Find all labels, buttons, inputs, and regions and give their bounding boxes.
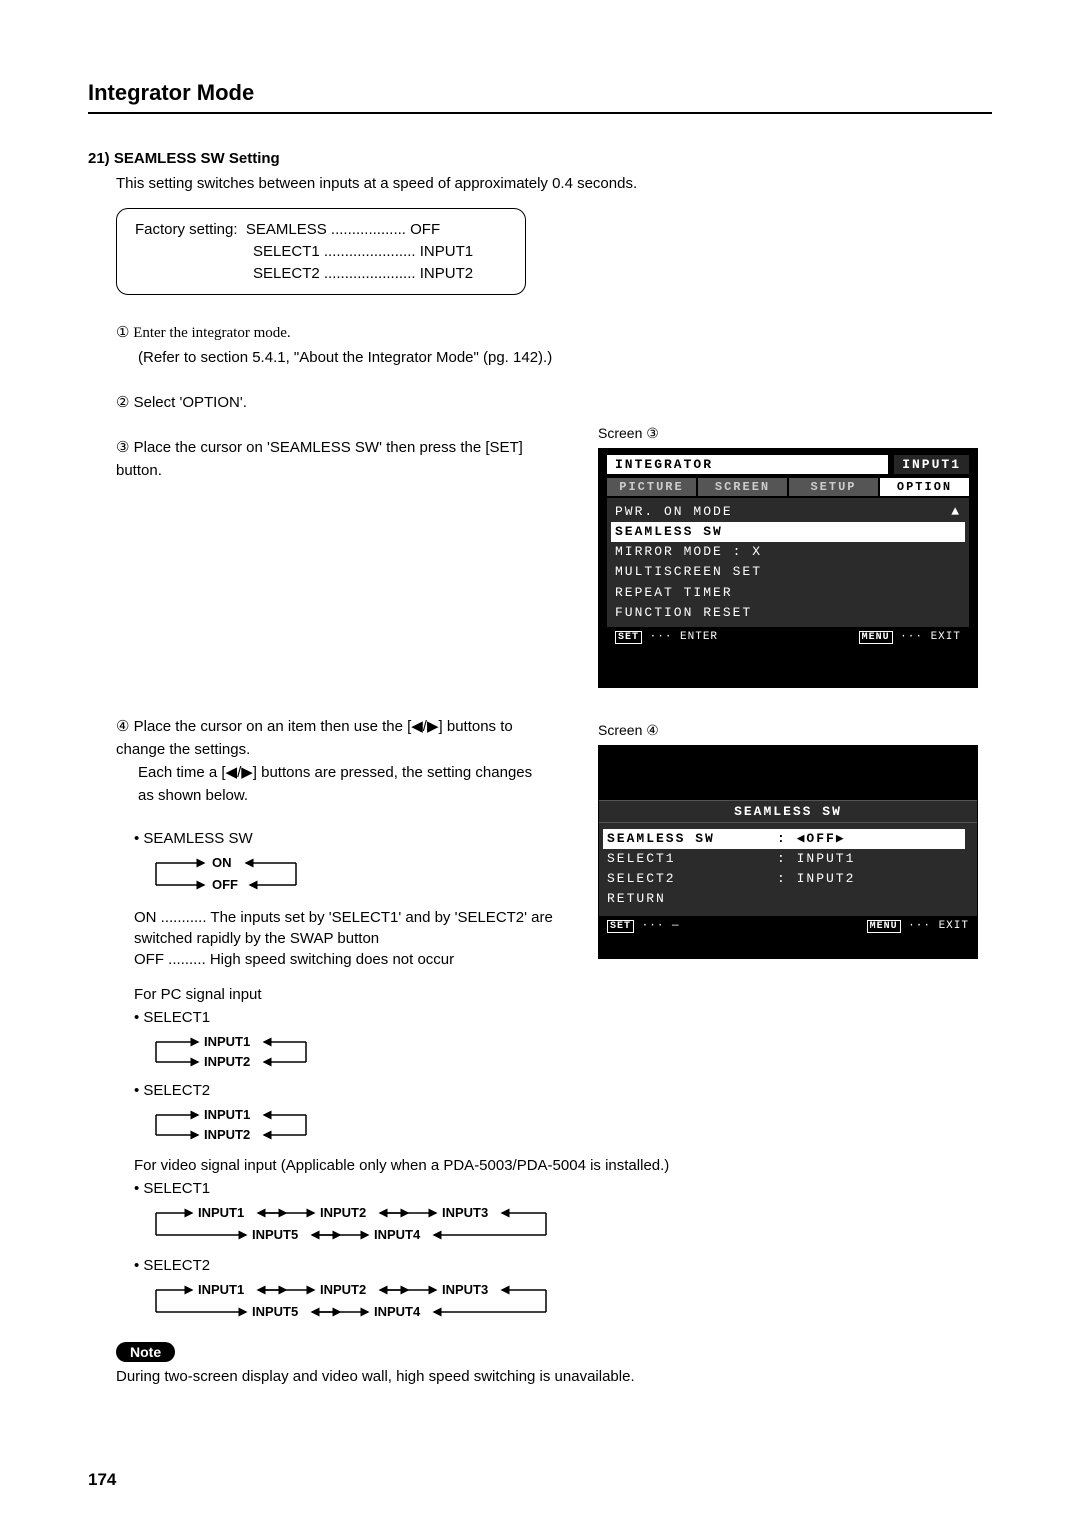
screen-3-label: Screen ③	[598, 425, 988, 442]
on-definition: ON ........... The inputs set by 'SELECT…	[134, 907, 574, 949]
osd4-list: SEAMLESS SW: ◀OFF▶ SELECT1: INPUT1 SELEC…	[599, 823, 977, 916]
note-text: During two-screen display and video wall…	[116, 1368, 992, 1385]
svg-text:INPUT5: INPUT5	[252, 1304, 298, 1319]
osd3-item-seamless[interactable]: SEAMLESS SW	[611, 522, 965, 542]
cycle-off-text: OFF	[212, 877, 238, 892]
svg-text:INPUT2: INPUT2	[320, 1205, 366, 1220]
page-title: Integrator Mode	[88, 80, 992, 114]
select2-pc-cycle: INPUT1 INPUT2	[146, 1103, 992, 1145]
step-4: ④ Place the cursor on an item then use t…	[116, 715, 546, 808]
svg-text:INPUT2: INPUT2	[204, 1127, 250, 1142]
select2-pc-bullet: • SELECT2	[134, 1082, 992, 1099]
select2-video-cycle: INPUT1 INPUT2 INPUT3 INPUT5 INPUT4	[146, 1278, 992, 1324]
video-signal-label: For video signal input (Applicable only …	[134, 1155, 992, 1176]
osd4-row-return[interactable]: RETURN	[607, 889, 969, 909]
osd3-tabs: PICTURE SCREEN SETUP OPTION	[607, 478, 969, 496]
svg-text:INPUT2: INPUT2	[320, 1282, 366, 1297]
step-3: ③ Place the cursor on 'SEAMLESS SW' then…	[116, 436, 546, 483]
osd3-title-left: INTEGRATOR	[607, 455, 888, 474]
note-badge: Note	[116, 1342, 175, 1362]
svg-text:INPUT5: INPUT5	[252, 1227, 298, 1242]
cycle-on-text: ON	[212, 855, 232, 870]
scroll-up-icon[interactable]: ▲	[951, 502, 961, 522]
select1-pc-cycle: INPUT1 INPUT2	[146, 1030, 992, 1072]
factory-l3a: SELECT2	[253, 265, 320, 282]
svg-text:INPUT3: INPUT3	[442, 1205, 488, 1220]
osd4-footer-menu: MENU ··· EXIT	[867, 920, 969, 932]
svg-text:INPUT1: INPUT1	[204, 1034, 250, 1049]
svg-text:INPUT4: INPUT4	[374, 1304, 421, 1319]
pc-signal-label: For PC signal input	[134, 984, 992, 1005]
select2-video-bullet: • SELECT2	[134, 1257, 992, 1274]
screen-3-osd: INTEGRATOR INPUT1 PICTURE SCREEN SETUP O…	[598, 448, 978, 688]
osd3-menu-list: PWR. ON MODE▲ SEAMLESS SW MIRROR MODE : …	[607, 498, 969, 627]
osd3-item-mirror[interactable]: MIRROR MODE : X	[615, 542, 961, 562]
step-1-line2: (Refer to section 5.4.1, "About the Inte…	[138, 346, 992, 369]
factory-l3b: INPUT2	[420, 265, 473, 282]
osd3-item-function-reset[interactable]: FUNCTION RESET	[615, 603, 961, 623]
step-1-line1: ① Enter the integrator mode.	[116, 325, 291, 341]
factory-setting-box: Factory setting: SEAMLESS ..............…	[116, 208, 526, 295]
factory-l1b: OFF	[410, 221, 440, 238]
osd4-row-select1[interactable]: SELECT1: INPUT1	[607, 849, 969, 869]
section-heading: 21) SEAMLESS SW Setting	[88, 150, 992, 167]
osd3-title-right: INPUT1	[894, 455, 969, 474]
select1-video-cycle: INPUT1 INPUT2 INPUT3 INPUT5 INPUT4	[146, 1201, 992, 1247]
screen-4-osd: SEAMLESS SW SEAMLESS SW: ◀OFF▶ SELECT1: …	[598, 745, 978, 959]
screen-4-wrapper: Screen ④ SEAMLESS SW SEAMLESS SW: ◀OFF▶ …	[598, 722, 988, 959]
osd4-footer-set: SET ··· —	[607, 920, 680, 932]
osd4-row-seamless[interactable]: SEAMLESS SW: ◀OFF▶	[603, 829, 965, 849]
factory-l1a: SEAMLESS	[246, 221, 327, 238]
select1-video-bullet: • SELECT1	[134, 1180, 992, 1197]
svg-text:INPUT1: INPUT1	[204, 1107, 250, 1122]
intro-text: This setting switches between inputs at …	[116, 175, 992, 192]
select1-pc-bullet: • SELECT1	[134, 1009, 992, 1026]
factory-label: Factory setting:	[135, 221, 238, 238]
svg-text:INPUT4: INPUT4	[374, 1227, 421, 1242]
step-4-line1: ④ Place the cursor on an item then use t…	[116, 718, 513, 758]
svg-text:INPUT2: INPUT2	[204, 1054, 250, 1069]
svg-text:INPUT1: INPUT1	[198, 1282, 244, 1297]
svg-text:INPUT1: INPUT1	[198, 1205, 244, 1220]
step-4-line2: Each time a [◀/▶] buttons are pressed, t…	[138, 761, 546, 808]
osd3-tab-setup[interactable]: SETUP	[789, 478, 878, 496]
osd3-footer-set: SET ··· ENTER	[615, 631, 718, 643]
osd3-item-multiscreen[interactable]: MULTISCREEN SET	[615, 562, 961, 582]
osd4-header: SEAMLESS SW	[599, 800, 977, 823]
osd3-tab-option[interactable]: OPTION	[880, 478, 969, 496]
osd3-footer-menu: MENU ··· EXIT	[859, 631, 961, 643]
svg-text:INPUT3: INPUT3	[442, 1282, 488, 1297]
step-1: ① Enter the integrator mode. (Refer to s…	[116, 321, 992, 369]
factory-l2a: SELECT1	[253, 243, 320, 260]
factory-l2b: INPUT1	[420, 243, 473, 260]
screen-3-wrapper: Screen ③ INTEGRATOR INPUT1 PICTURE SCREE…	[598, 425, 988, 688]
step-2: ② Select 'OPTION'.	[116, 391, 992, 414]
osd4-row-select2[interactable]: SELECT2: INPUT2	[607, 869, 969, 889]
osd3-item-repeat[interactable]: REPEAT TIMER	[615, 583, 961, 603]
page-number: 174	[88, 1470, 116, 1490]
osd3-item-pwr[interactable]: PWR. ON MODE▲	[615, 502, 961, 522]
osd3-tab-picture[interactable]: PICTURE	[607, 478, 696, 496]
screen-4-label: Screen ④	[598, 722, 988, 739]
osd3-tab-screen[interactable]: SCREEN	[698, 478, 787, 496]
